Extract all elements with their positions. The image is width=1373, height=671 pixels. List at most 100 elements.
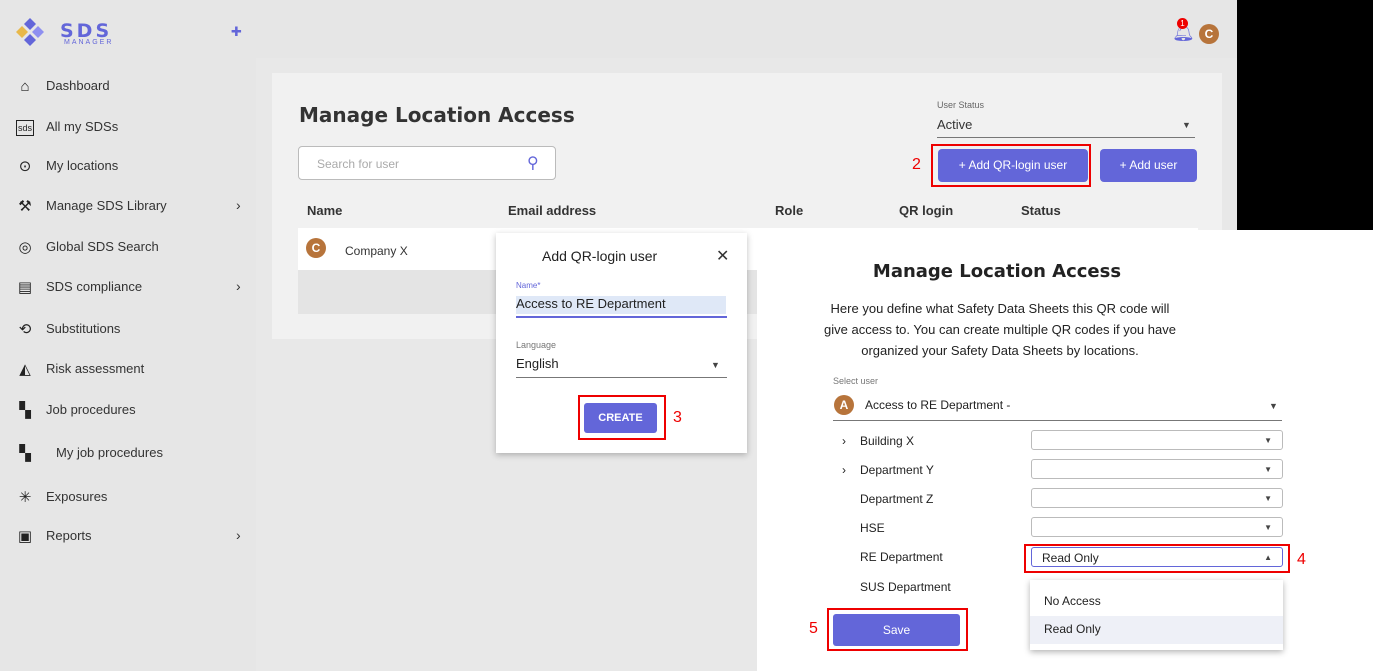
location-sus-department: SUS Department	[860, 580, 951, 594]
access-dropdown-menu: No Access Read Only	[1030, 580, 1283, 650]
language-field-label: Language	[516, 340, 557, 350]
access-select-hse[interactable]: ▼	[1031, 517, 1283, 537]
location-name: SUS Department	[860, 580, 951, 594]
global-search-icon: ◎	[18, 239, 32, 256]
pin-icon[interactable]: ✚	[231, 24, 242, 40]
user-avatar[interactable]: C	[1199, 24, 1219, 44]
caret-down-icon: ▼	[1264, 523, 1272, 532]
caret-down-icon: ▼	[1264, 465, 1272, 474]
caret-down-icon[interactable]: ▼	[1182, 120, 1191, 130]
sidebar-item-dashboard[interactable]: ⌂ Dashboard	[0, 66, 256, 106]
exposure-icon: ✳	[18, 489, 32, 506]
chevron-right-icon: ›	[236, 278, 241, 294]
search-input[interactable]: Search for user ⚲	[298, 146, 556, 180]
highlight-box-2	[931, 144, 1091, 187]
selected-user-avatar: A	[834, 395, 854, 415]
location-department-y[interactable]: › Department Y	[842, 463, 934, 477]
chevron-right-icon[interactable]: ›	[842, 463, 846, 477]
name-field[interactable]: Access to RE Department	[516, 296, 726, 314]
sidebar-item-substitutions[interactable]: ⟲ Substitutions	[0, 309, 256, 349]
location-department-z: Department Z	[860, 492, 933, 506]
panel-description: Here you define what Safety Data Sheets …	[824, 301, 1176, 358]
option-no-access[interactable]: No Access	[1044, 594, 1101, 608]
dialog-title: Add QR-login user	[542, 248, 658, 264]
column-header-name[interactable]: Name	[307, 203, 342, 218]
chevron-right-icon: ›	[236, 527, 241, 543]
option-read-only[interactable]: Read Only	[1044, 622, 1101, 636]
sds-icon: sds	[16, 120, 34, 136]
caret-down-icon: ▼	[1264, 494, 1272, 503]
annotation-number-2: 2	[912, 156, 921, 173]
sidebar-item-label: Global SDS Search	[46, 239, 159, 254]
substitution-icon: ⟲	[18, 321, 32, 338]
language-underline	[516, 377, 727, 378]
sidebar-item-label: My job procedures	[56, 445, 163, 460]
user-status-underline	[937, 137, 1195, 138]
sidebar-item-label: Reports	[46, 528, 92, 543]
location-name: RE Department	[860, 550, 943, 564]
risk-icon: ◭	[19, 361, 31, 378]
sidebar-item-label: Exposures	[46, 489, 108, 504]
location-icon: ⊙	[18, 158, 32, 175]
home-icon: ⌂	[20, 78, 30, 95]
highlight-box-5	[827, 608, 968, 651]
location-name: HSE	[860, 521, 885, 535]
caret-down-icon[interactable]: ▼	[1269, 401, 1278, 411]
access-select-building-x[interactable]: ▼	[1031, 430, 1283, 450]
column-header-qr-login[interactable]: QR login	[899, 203, 953, 218]
sidebar-item-risk-assessment[interactable]: ◭ Risk assessment	[0, 349, 256, 389]
caret-down-icon: ▼	[1264, 436, 1272, 445]
select-user-dropdown[interactable]: Access to RE Department -	[865, 398, 1010, 412]
sidebar-item-reports[interactable]: ▣ Reports ›	[0, 516, 256, 556]
user-status-label: User Status	[937, 100, 985, 110]
my-job-procedures-icon: ▚	[19, 445, 31, 462]
sidebar-item-manage-sds-library[interactable]: ⚒ Manage SDS Library ›	[0, 186, 256, 226]
sidebar-item-label: All my SDSs	[46, 119, 119, 134]
sidebar-item-my-job-procedures[interactable]: ▚ My job procedures	[0, 433, 256, 473]
top-bar	[256, 0, 1237, 58]
wrench-icon: ⚒	[18, 198, 32, 215]
column-header-status[interactable]: Status	[1021, 203, 1061, 218]
logo-subtitle: MANAGER	[64, 39, 114, 46]
sidebar-item-exposures[interactable]: ✳ Exposures	[0, 477, 256, 517]
search-placeholder: Search for user	[317, 157, 400, 171]
sidebar-item-label: SDS compliance	[46, 279, 143, 294]
row-name: Company X	[345, 244, 408, 258]
close-icon[interactable]: ✕	[716, 246, 729, 266]
compliance-icon: ▤	[17, 279, 33, 296]
job-procedures-icon: ▚	[19, 402, 31, 419]
chevron-right-icon: ›	[236, 197, 241, 213]
highlight-box-3	[578, 395, 666, 440]
sidebar-item-label: My locations	[46, 158, 119, 173]
sidebar-item-all-my-sdss[interactable]: sds All my SDSs	[0, 107, 256, 147]
location-name: Department Y	[860, 463, 934, 477]
access-select-department-y[interactable]: ▼	[1031, 459, 1283, 479]
sidebar-item-label: Job procedures	[46, 402, 136, 417]
name-field-underline	[516, 316, 727, 318]
language-select[interactable]: English	[516, 356, 559, 371]
sidebar-item-job-procedures[interactable]: ▚ Job procedures	[0, 390, 256, 430]
name-field-label: Name*	[516, 281, 541, 290]
user-status-select[interactable]: Active	[937, 117, 972, 132]
location-re-department: RE Department	[860, 550, 943, 564]
caret-down-icon[interactable]: ▼	[711, 360, 720, 370]
notification-badge: 1	[1177, 18, 1188, 29]
annotation-number-5: 5	[809, 620, 818, 637]
panel-title: Manage Location Access	[872, 261, 1122, 282]
location-building-x[interactable]: › Building X	[842, 434, 915, 448]
sidebar-item-global-sds-search[interactable]: ◎ Global SDS Search	[0, 227, 256, 267]
sds-logo-icon[interactable]	[12, 14, 52, 46]
column-header-role[interactable]: Role	[775, 203, 803, 218]
column-header-email[interactable]: Email address	[508, 203, 596, 218]
sidebar-item-label: Substitutions	[46, 321, 121, 336]
search-icon[interactable]: ⚲	[527, 153, 539, 173]
chevron-right-icon[interactable]: ›	[842, 434, 846, 448]
add-user-button[interactable]: + Add user	[1100, 149, 1197, 182]
select-user-underline	[833, 420, 1282, 421]
sidebar-item-my-locations[interactable]: ⊙ My locations	[0, 146, 256, 186]
black-area	[1237, 0, 1373, 230]
access-select-department-z[interactable]: ▼	[1031, 488, 1283, 508]
sidebar-item-label: Risk assessment	[46, 361, 145, 376]
location-name: Building X	[860, 434, 915, 448]
sidebar-item-sds-compliance[interactable]: ▤ SDS compliance ›	[0, 267, 256, 307]
